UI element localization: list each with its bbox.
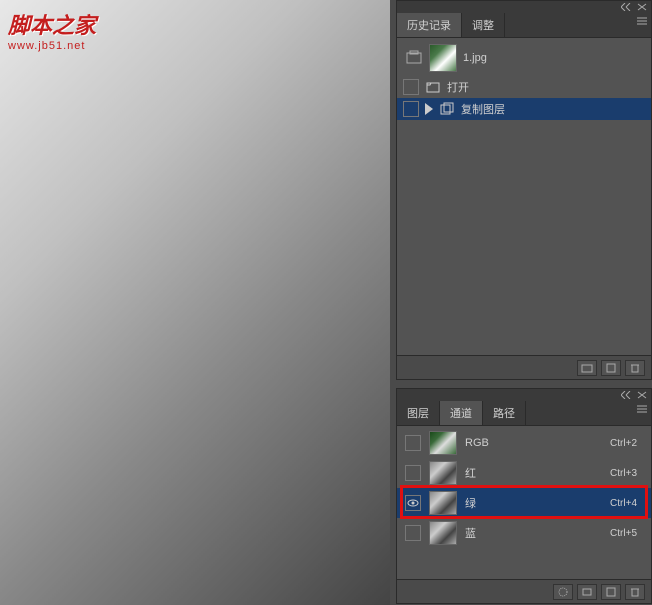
delete-channel-button[interactable] <box>625 584 645 600</box>
channel-label: 蓝 <box>465 525 602 541</box>
tab-channels[interactable]: 通道 <box>440 401 483 425</box>
channels-footer <box>397 579 651 603</box>
history-item-label: 打开 <box>447 79 469 95</box>
load-selection-button[interactable] <box>553 584 573 600</box>
channel-thumbnail <box>429 521 457 545</box>
history-item-label: 复制图层 <box>461 101 505 117</box>
channel-label: RGB <box>465 437 602 449</box>
close-icon[interactable] <box>637 3 647 11</box>
history-body: 1.jpg 打开 复制图层 <box>397 38 651 122</box>
channel-blue[interactable]: 蓝 Ctrl+5 <box>397 518 651 548</box>
history-source-row[interactable]: 1.jpg <box>397 40 651 76</box>
watermark-title: 脚本之家 <box>8 8 96 40</box>
channel-shortcut: Ctrl+5 <box>610 528 643 539</box>
annotation-highlight <box>400 485 648 519</box>
history-state-box <box>403 101 419 117</box>
duplicate-icon <box>439 101 455 117</box>
panel-menu-icon[interactable] <box>637 17 647 25</box>
tab-adjustments[interactable]: 调整 <box>462 13 505 37</box>
new-document-button[interactable] <box>601 360 621 376</box>
visibility-toggle[interactable] <box>405 525 421 541</box>
save-selection-button[interactable] <box>577 584 597 600</box>
watermark-url: www.jb51.net <box>8 40 96 52</box>
history-source-label: 1.jpg <box>463 52 487 64</box>
close-icon[interactable] <box>637 391 647 399</box>
channel-rgb[interactable]: RGB Ctrl+2 <box>397 428 651 458</box>
channel-label: 红 <box>465 465 602 481</box>
watermark: 脚本之家 www.jb51.net <box>8 8 96 52</box>
channel-thumbnail <box>429 431 457 455</box>
document-canvas[interactable] <box>0 0 390 605</box>
collapse-icon[interactable] <box>621 3 631 11</box>
collapse-icon[interactable] <box>621 391 631 399</box>
delete-button[interactable] <box>625 360 645 376</box>
history-thumbnail <box>429 44 457 72</box>
history-state-box <box>403 79 419 95</box>
channel-shortcut: Ctrl+3 <box>610 468 643 479</box>
history-item-duplicate[interactable]: 复制图层 <box>397 98 651 120</box>
open-icon <box>425 79 441 95</box>
channels-tabs: 图层 通道 路径 <box>397 401 651 426</box>
history-item-open[interactable]: 打开 <box>397 76 651 98</box>
create-snapshot-button[interactable] <box>577 360 597 376</box>
panel-menu-icon[interactable] <box>637 405 647 413</box>
visibility-toggle[interactable] <box>405 435 421 451</box>
tab-paths[interactable]: 路径 <box>483 401 526 425</box>
new-channel-button[interactable] <box>601 584 621 600</box>
panel-header <box>397 1 651 13</box>
panel-header <box>397 389 651 401</box>
visibility-toggle[interactable] <box>405 465 421 481</box>
history-panel: 历史记录 调整 1.jpg 打开 复制图层 <box>396 0 652 380</box>
history-tabs: 历史记录 调整 <box>397 13 651 38</box>
history-marker-icon <box>425 103 433 115</box>
history-footer <box>397 355 651 379</box>
snapshot-icon <box>405 49 423 67</box>
channel-shortcut: Ctrl+2 <box>610 438 643 449</box>
channel-red[interactable]: 红 Ctrl+3 <box>397 458 651 488</box>
tab-layers[interactable]: 图层 <box>397 401 440 425</box>
tab-history[interactable]: 历史记录 <box>397 13 462 37</box>
channel-thumbnail <box>429 461 457 485</box>
